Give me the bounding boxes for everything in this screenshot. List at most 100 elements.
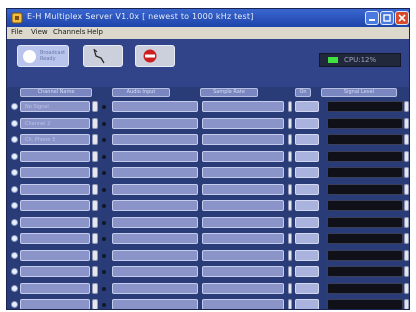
channel-name-field[interactable] <box>20 233 90 244</box>
channel-name-field[interactable] <box>20 283 90 294</box>
audio-input-field[interactable] <box>112 233 198 244</box>
audio-input-field[interactable] <box>112 200 198 211</box>
channel-name-field[interactable] <box>20 299 90 309</box>
enable-toggle[interactable] <box>295 118 319 129</box>
enable-toggle[interactable] <box>295 184 319 195</box>
channel-select-button[interactable] <box>92 118 98 129</box>
enable-toggle[interactable] <box>295 200 319 211</box>
enable-toggle[interactable] <box>295 101 319 112</box>
enable-toggle[interactable] <box>295 299 319 309</box>
row-scroll-handle[interactable] <box>404 283 409 294</box>
channel-indicator-icon[interactable] <box>11 153 18 160</box>
channel-name-field[interactable]: No Signal <box>20 101 90 112</box>
channel-indicator-icon[interactable] <box>11 186 18 193</box>
enable-toggle[interactable] <box>295 134 319 145</box>
channel-name-field[interactable] <box>20 250 90 261</box>
channel-name-field[interactable]: Channel 2 <box>20 118 90 129</box>
menu-view[interactable]: View <box>31 28 48 36</box>
channel-indicator-icon[interactable] <box>11 285 18 292</box>
channel-indicator-icon[interactable] <box>11 235 18 242</box>
sample-rate-field[interactable] <box>202 118 284 129</box>
channel-name-field[interactable] <box>20 200 90 211</box>
channel-name-field[interactable]: Ch. Phone 3 <box>20 134 90 145</box>
header-enable[interactable]: On <box>295 88 311 97</box>
sample-rate-field[interactable] <box>202 217 284 228</box>
format-select-button[interactable] <box>288 250 292 261</box>
header-name[interactable]: Channel Name <box>20 88 92 97</box>
header-format[interactable]: Sample Rate <box>200 88 258 97</box>
audio-input-field[interactable] <box>112 299 198 309</box>
channel-name-field[interactable] <box>20 266 90 277</box>
sample-rate-field[interactable] <box>202 266 284 277</box>
audio-input-field[interactable] <box>112 250 198 261</box>
broadcast-button[interactable]: Broadcast Ready <box>17 45 69 67</box>
sample-rate-field[interactable] <box>202 283 284 294</box>
channel-select-button[interactable] <box>92 250 98 261</box>
channel-select-button[interactable] <box>92 217 98 228</box>
format-select-button[interactable] <box>288 200 292 211</box>
enable-toggle[interactable] <box>295 233 319 244</box>
channel-indicator-icon[interactable] <box>11 120 18 127</box>
channel-indicator-icon[interactable] <box>11 202 18 209</box>
row-scroll-handle[interactable] <box>404 200 409 211</box>
enable-toggle[interactable] <box>295 151 319 162</box>
channel-indicator-icon[interactable] <box>11 136 18 143</box>
row-scroll-handle[interactable] <box>404 134 409 145</box>
sample-rate-field[interactable] <box>202 233 284 244</box>
audio-input-field[interactable] <box>112 217 198 228</box>
format-select-button[interactable] <box>288 299 292 309</box>
row-scroll-handle[interactable] <box>404 217 409 228</box>
menu-help[interactable]: Help <box>87 28 103 36</box>
enable-toggle[interactable] <box>295 167 319 178</box>
channel-name-field[interactable] <box>20 167 90 178</box>
audio-input-field[interactable] <box>112 283 198 294</box>
maximize-button[interactable] <box>380 11 394 25</box>
audio-input-field[interactable] <box>112 151 198 162</box>
menu-channels[interactable]: Channels <box>53 28 85 36</box>
enable-toggle[interactable] <box>295 217 319 228</box>
header-device[interactable]: Audio Input <box>112 88 170 97</box>
channel-select-button[interactable] <box>92 134 98 145</box>
format-select-button[interactable] <box>288 118 292 129</box>
format-select-button[interactable] <box>288 134 292 145</box>
close-button[interactable] <box>395 11 409 25</box>
minimize-button[interactable] <box>365 11 379 25</box>
menu-file[interactable]: File <box>11 28 23 36</box>
row-scroll-handle[interactable] <box>404 233 409 244</box>
channel-select-button[interactable] <box>92 266 98 277</box>
format-select-button[interactable] <box>288 283 292 294</box>
audio-input-field[interactable] <box>112 266 198 277</box>
audio-input-field[interactable] <box>112 184 198 195</box>
channel-select-button[interactable] <box>92 151 98 162</box>
sample-rate-field[interactable] <box>202 250 284 261</box>
sample-rate-field[interactable] <box>202 299 284 309</box>
channel-indicator-icon[interactable] <box>11 103 18 110</box>
audio-input-field[interactable] <box>112 118 198 129</box>
enable-toggle[interactable] <box>295 283 319 294</box>
channel-select-button[interactable] <box>92 299 98 309</box>
audio-input-field[interactable] <box>112 101 198 112</box>
channel-indicator-icon[interactable] <box>11 301 18 308</box>
enable-toggle[interactable] <box>295 266 319 277</box>
format-select-button[interactable] <box>288 184 292 195</box>
sample-rate-field[interactable] <box>202 101 284 112</box>
channel-name-field[interactable] <box>20 184 90 195</box>
sample-rate-field[interactable] <box>202 200 284 211</box>
sample-rate-field[interactable] <box>202 184 284 195</box>
row-scroll-handle[interactable] <box>404 266 409 277</box>
sample-rate-field[interactable] <box>202 167 284 178</box>
row-scroll-handle[interactable] <box>404 118 409 129</box>
channel-select-button[interactable] <box>92 167 98 178</box>
sample-rate-field[interactable] <box>202 151 284 162</box>
format-select-button[interactable] <box>288 151 292 162</box>
row-scroll-handle[interactable] <box>404 184 409 195</box>
channel-name-field[interactable] <box>20 151 90 162</box>
row-scroll-handle[interactable] <box>404 299 409 309</box>
channel-select-button[interactable] <box>92 283 98 294</box>
format-select-button[interactable] <box>288 217 292 228</box>
row-scroll-handle[interactable] <box>404 167 409 178</box>
channel-select-button[interactable] <box>92 184 98 195</box>
waveform-button[interactable] <box>83 45 123 67</box>
channel-indicator-icon[interactable] <box>11 219 18 226</box>
format-select-button[interactable] <box>288 233 292 244</box>
